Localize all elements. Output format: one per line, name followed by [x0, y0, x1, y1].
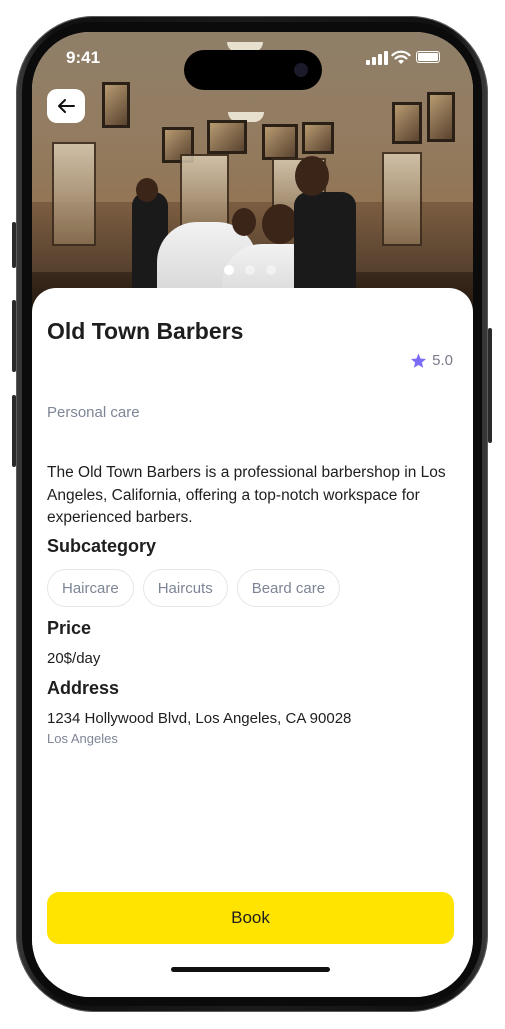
- rating-value: 5.0: [432, 352, 453, 369]
- subcategory-heading: Subcategory: [47, 536, 157, 556]
- hero-barber-head: [136, 178, 158, 202]
- carousel-dot[interactable]: [245, 265, 255, 275]
- price-value: 20$/day: [47, 650, 101, 667]
- carousel-dot[interactable]: [266, 265, 276, 275]
- action-button: [12, 222, 16, 268]
- hero-frame: [102, 82, 130, 128]
- place-description: The Old Town Barbers is a professional b…: [47, 464, 446, 526]
- hero-frame: [302, 122, 334, 154]
- book-button[interactable]: Book: [47, 892, 454, 944]
- subcategory-chips: Haircare Haircuts Beard care: [47, 569, 341, 607]
- volume-up-button: [12, 300, 16, 372]
- status-time: 9:41: [66, 48, 101, 67]
- price-heading: Price: [47, 618, 92, 638]
- back-button[interactable]: [47, 89, 85, 123]
- arrow-left-icon: [58, 99, 75, 113]
- carousel-dot[interactable]: [224, 265, 234, 275]
- screen: 9:41 Old Town Barbers 5.0 Personal care …: [32, 32, 473, 997]
- hero-frame: [427, 92, 455, 142]
- star-icon: [411, 353, 427, 368]
- dynamic-island: [184, 50, 322, 90]
- hero-mirror: [52, 142, 96, 246]
- place-category: Personal care: [47, 404, 140, 421]
- details-card: Old Town Barbers 5.0 Personal care The O…: [32, 288, 473, 997]
- address-line: 1234 Hollywood Blvd, Los Angeles, CA 900…: [47, 710, 352, 727]
- address-city: Los Angeles: [47, 731, 118, 746]
- hero-frame: [262, 124, 298, 160]
- subcategory-chip[interactable]: Haircuts: [142, 569, 228, 607]
- power-button: [488, 328, 492, 443]
- hero-client-head: [262, 204, 298, 244]
- front-camera-icon: [294, 63, 308, 77]
- hero-mirror: [382, 152, 422, 246]
- subcategory-chip[interactable]: Beard care: [236, 569, 341, 607]
- hero-client-head: [232, 208, 256, 236]
- subcategory-chip[interactable]: Haircare: [47, 569, 134, 607]
- rating: 5.0: [410, 352, 453, 369]
- cellular-signal-icon: [366, 51, 388, 65]
- carousel-indicator[interactable]: [224, 265, 276, 275]
- hero-frame: [207, 120, 247, 154]
- address-heading: Address: [47, 678, 120, 698]
- volume-down-button: [12, 395, 16, 467]
- home-indicator[interactable]: [171, 967, 330, 972]
- status-bar: 9:41: [32, 32, 473, 90]
- hero-frame: [392, 102, 422, 144]
- battery-icon: [416, 51, 440, 63]
- place-title: Old Town Barbers: [47, 318, 244, 344]
- wifi-icon: [391, 50, 411, 64]
- hero-barber-head: [295, 156, 329, 196]
